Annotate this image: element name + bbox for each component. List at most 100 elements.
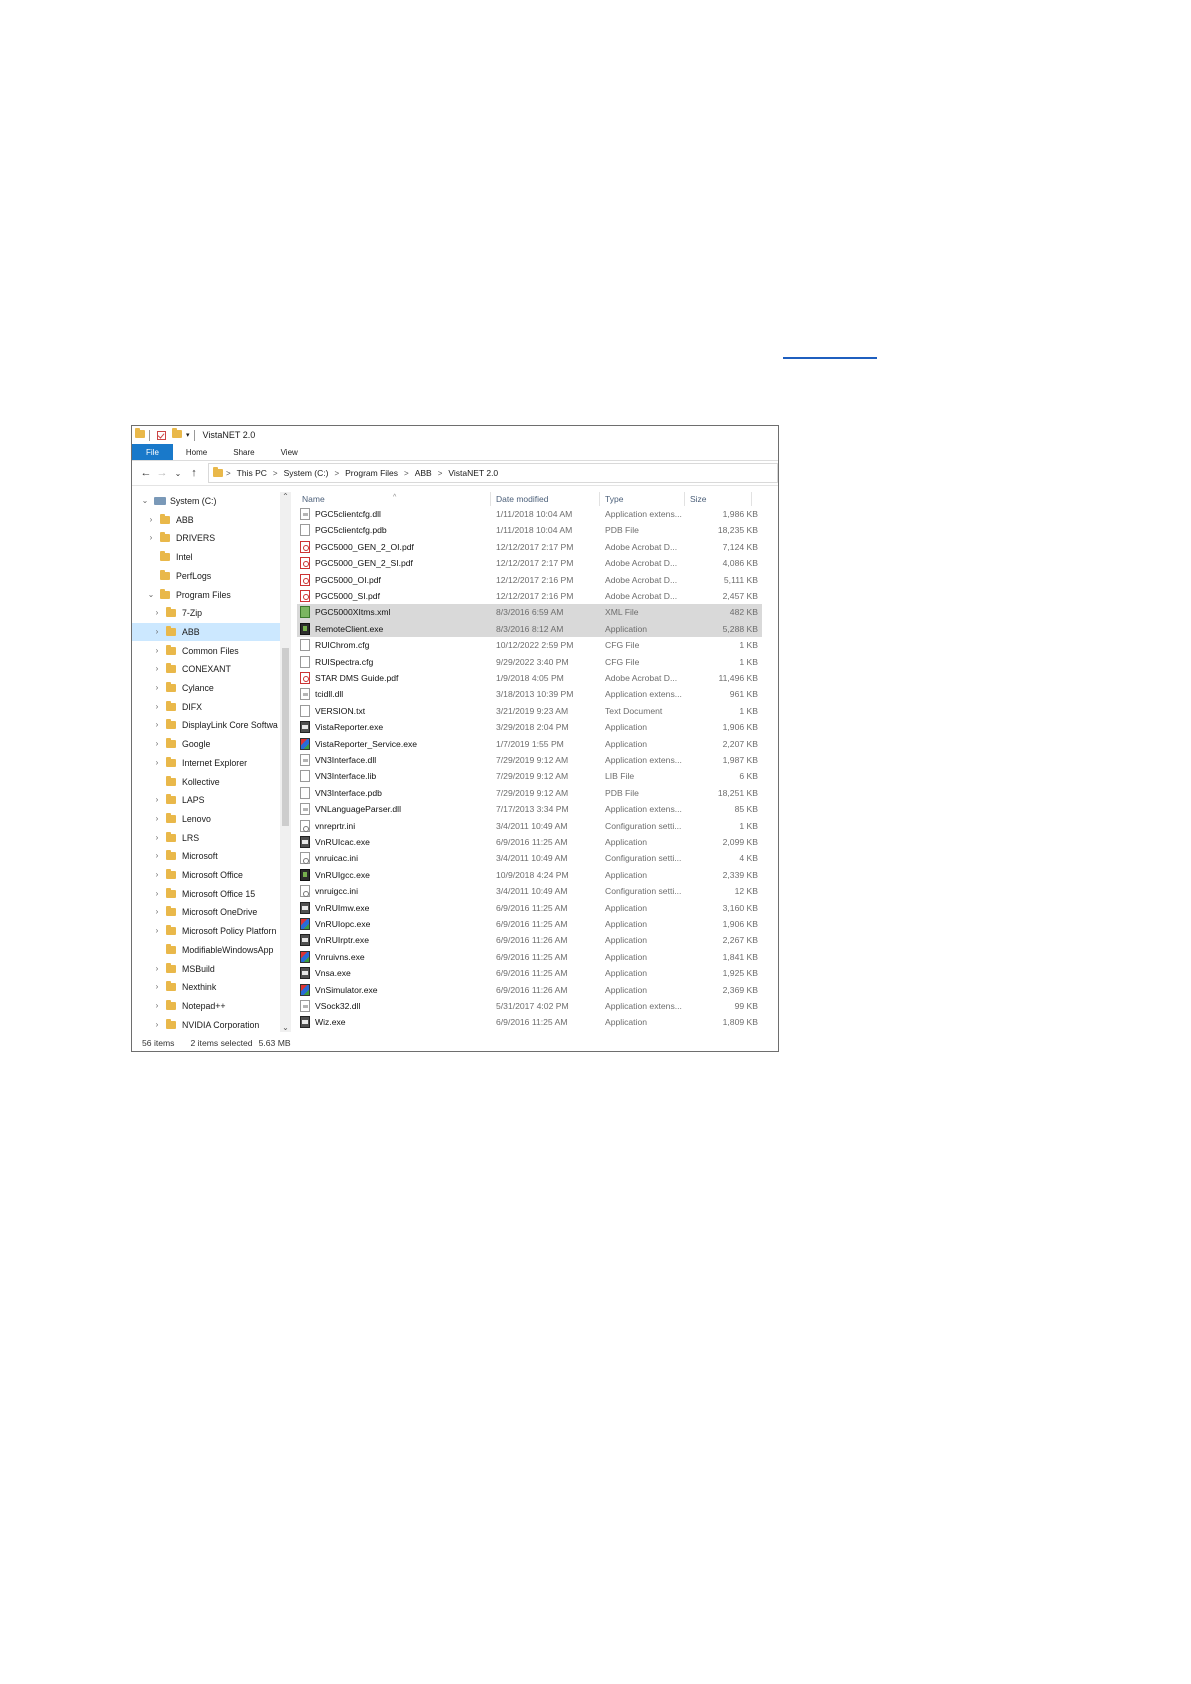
chevron-right-icon[interactable]: › — [152, 885, 162, 903]
tree-item-perflogs[interactable]: PerfLogs — [132, 567, 280, 585]
scrollbar-thumb[interactable] — [282, 648, 289, 826]
file-row[interactable]: VnRUImw.exe 6/9/2016 11:25 AM Application 3… — [297, 900, 762, 916]
tree-item-abb[interactable]: › ABB — [132, 622, 280, 641]
tab-share[interactable]: Share — [220, 444, 267, 460]
navigation-pane-scrollbar[interactable]: ⌃ ⌄ — [280, 492, 291, 1032]
document-hyperlink-underline[interactable] — [783, 357, 877, 359]
breadcrumb-separator-icon[interactable]: > — [404, 469, 409, 478]
column-divider[interactable] — [599, 492, 600, 506]
breadcrumb-system-c[interactable]: System (C:) — [284, 468, 329, 478]
column-header-type[interactable]: Type — [605, 494, 623, 504]
column-divider[interactable] — [751, 492, 752, 506]
column-divider[interactable] — [684, 492, 685, 506]
file-row[interactable]: PGC5clientcfg.pdb 1/11/2018 10:04 AM PDB F… — [297, 522, 762, 538]
file-row[interactable]: PGC5000XItms.xml 8/3/2016 6:59 AM XML File… — [297, 604, 762, 621]
column-header-name[interactable]: Name — [302, 494, 325, 504]
tab-view[interactable]: View — [268, 444, 311, 460]
chevron-down-icon[interactable]: ⌄ — [140, 492, 150, 510]
chevron-right-icon[interactable]: › — [146, 511, 156, 529]
breadcrumb-separator-icon[interactable]: > — [334, 469, 339, 478]
chevron-right-icon[interactable]: › — [152, 642, 162, 660]
file-row[interactable]: VN3Interface.dll 7/29/2019 9:12 AM Applica… — [297, 752, 762, 768]
chevron-right-icon[interactable]: › — [152, 716, 162, 734]
address-bar[interactable]: > This PC > System (C:) > Program Files … — [208, 463, 778, 483]
file-row[interactable]: VnSimulator.exe 6/9/2016 11:26 AM Applicat… — [297, 982, 762, 998]
file-row[interactable]: PGC5000_SI.pdf 12/12/2017 2:16 PM Adobe Ac… — [297, 588, 762, 604]
chevron-right-icon[interactable]: › — [152, 960, 162, 978]
file-row[interactable]: VnRUIgcc.exe 10/9/2018 4:24 PM Application… — [297, 867, 762, 883]
scroll-down-icon[interactable]: ⌄ — [280, 1023, 291, 1032]
back-arrow-icon[interactable]: ← — [138, 467, 154, 479]
scroll-up-icon[interactable]: ⌃ — [280, 492, 291, 501]
chevron-right-icon[interactable]: › — [152, 660, 162, 678]
tab-file[interactable]: File — [132, 444, 173, 460]
breadcrumb-separator-icon[interactable]: > — [226, 469, 231, 478]
tree-item-difx[interactable]: › DIFX — [132, 698, 280, 716]
tree-item-microsoft-office[interactable]: › Microsoft Office — [132, 866, 280, 884]
chevron-right-icon[interactable]: › — [152, 978, 162, 996]
tree-item-common-files[interactable]: › Common Files — [132, 642, 280, 660]
file-row[interactable]: VN3Interface.lib 7/29/2019 9:12 AM LIB Fil… — [297, 768, 762, 784]
file-row[interactable]: Vnruivns.exe 6/9/2016 11:25 AM Application… — [297, 949, 762, 965]
chevron-right-icon[interactable]: › — [152, 754, 162, 772]
file-row[interactable]: PGC5000_OI.pdf 12/12/2017 2:16 PM Adobe Ac… — [297, 572, 762, 588]
tree-item-microsoft-office-15[interactable]: › Microsoft Office 15 — [132, 885, 280, 903]
file-row[interactable]: PGC5000_GEN_2_SI.pdf 12/12/2017 2:17 PM Ad… — [297, 555, 762, 571]
tree-item-system-c[interactable]: ⌄ System (C:) — [132, 492, 280, 510]
chevron-right-icon[interactable]: › — [152, 698, 162, 716]
tree-item-conexant[interactable]: › CONEXANT — [132, 660, 280, 678]
column-header-date[interactable]: Date modified — [496, 494, 548, 504]
tree-item-lenovo[interactable]: › Lenovo — [132, 810, 280, 828]
file-row[interactable]: PGC5000_GEN_2_OI.pdf 12/12/2017 2:17 PM Ad… — [297, 539, 762, 555]
recent-locations-chevron-icon[interactable]: ⌄ — [170, 469, 186, 478]
column-header-size[interactable]: Size — [690, 494, 707, 504]
tree-item-modifiablewindowsapp[interactable]: ModifiableWindowsApp — [132, 941, 280, 959]
breadcrumb-separator-icon[interactable]: > — [438, 469, 443, 478]
chevron-right-icon[interactable]: › — [152, 735, 162, 753]
forward-arrow-icon[interactable]: → — [154, 467, 170, 479]
quick-access-dropdown-icon[interactable]: ▾ — [186, 431, 190, 439]
chevron-right-icon[interactable]: › — [152, 1016, 162, 1032]
tree-item-displaylink-core-softwa[interactable]: › DisplayLink Core Softwa — [132, 716, 280, 734]
tree-item-intel[interactable]: Intel — [132, 548, 280, 566]
file-row[interactable]: VNLanguageParser.dll 7/17/2013 3:34 PM App… — [297, 801, 762, 817]
chevron-right-icon[interactable]: › — [152, 623, 162, 641]
tree-item-microsoft-policy-platforn[interactable]: › Microsoft Policy Platforn — [132, 922, 280, 940]
tree-item-nvidia-corporation[interactable]: › NVIDIA Corporation — [132, 1016, 280, 1032]
tree-item-microsoft-onedrive[interactable]: › Microsoft OneDrive — [132, 903, 280, 921]
chevron-right-icon[interactable]: › — [152, 997, 162, 1015]
file-row[interactable]: RUISpectra.cfg 9/29/2022 3:40 PM CFG File 1… — [297, 654, 762, 670]
tree-item-abb[interactable]: › ABB — [132, 511, 280, 529]
properties-icon[interactable] — [157, 430, 166, 440]
tree-item-program-files[interactable]: ⌄ Program Files — [132, 586, 280, 604]
up-arrow-icon[interactable]: ↑ — [186, 467, 202, 479]
tree-item-microsoft[interactable]: › Microsoft — [132, 847, 280, 865]
tree-item-drivers[interactable]: › DRIVERS — [132, 529, 280, 547]
file-row[interactable]: tcidll.dll 3/18/2013 10:39 PM Application … — [297, 686, 762, 702]
file-row[interactable]: VnRUIopc.exe 6/9/2016 11:25 AM Application… — [297, 916, 762, 932]
tree-item-lrs[interactable]: › LRS — [132, 829, 280, 847]
new-folder-icon[interactable] — [172, 428, 182, 440]
tree-item-kollective[interactable]: Kollective — [132, 773, 280, 791]
tree-item-7-zip[interactable]: › 7-Zip — [132, 604, 280, 622]
tree-item-nexthink[interactable]: › Nexthink — [132, 978, 280, 996]
chevron-right-icon[interactable]: › — [152, 810, 162, 828]
breadcrumb-vistanet[interactable]: VistaNET 2.0 — [448, 468, 498, 478]
chevron-right-icon[interactable]: › — [152, 922, 162, 940]
file-row[interactable]: vnreprtr.ini 3/4/2011 10:49 AM Configurati… — [297, 818, 762, 834]
file-row[interactable]: vnruigcc.ini 3/4/2011 10:49 AM Configurati… — [297, 883, 762, 899]
chevron-right-icon[interactable]: › — [152, 866, 162, 884]
breadcrumb-abb[interactable]: ABB — [415, 468, 432, 478]
chevron-down-icon[interactable]: ⌄ — [146, 586, 156, 604]
file-row[interactable]: VSock32.dll 5/31/2017 4:02 PM Application … — [297, 998, 762, 1014]
file-row[interactable]: VERSION.txt 3/21/2019 9:23 AM Text Documen… — [297, 703, 762, 719]
file-row[interactable]: VistaReporter_Service.exe 1/7/2019 1:55 P… — [297, 736, 762, 752]
tree-item-internet-explorer[interactable]: › Internet Explorer — [132, 754, 280, 772]
tree-item-google[interactable]: › Google — [132, 735, 280, 753]
file-row[interactable]: STAR DMS Guide.pdf 1/9/2018 4:05 PM Adobe … — [297, 670, 762, 686]
tree-item-notepad[interactable]: › Notepad++ — [132, 997, 280, 1015]
file-row[interactable]: VistaReporter.exe 3/29/2018 2:04 PM Applic… — [297, 719, 762, 735]
tab-home[interactable]: Home — [173, 444, 220, 460]
chevron-right-icon[interactable]: › — [152, 847, 162, 865]
file-row[interactable]: VnRUIcac.exe 6/9/2016 11:25 AM Application… — [297, 834, 762, 850]
